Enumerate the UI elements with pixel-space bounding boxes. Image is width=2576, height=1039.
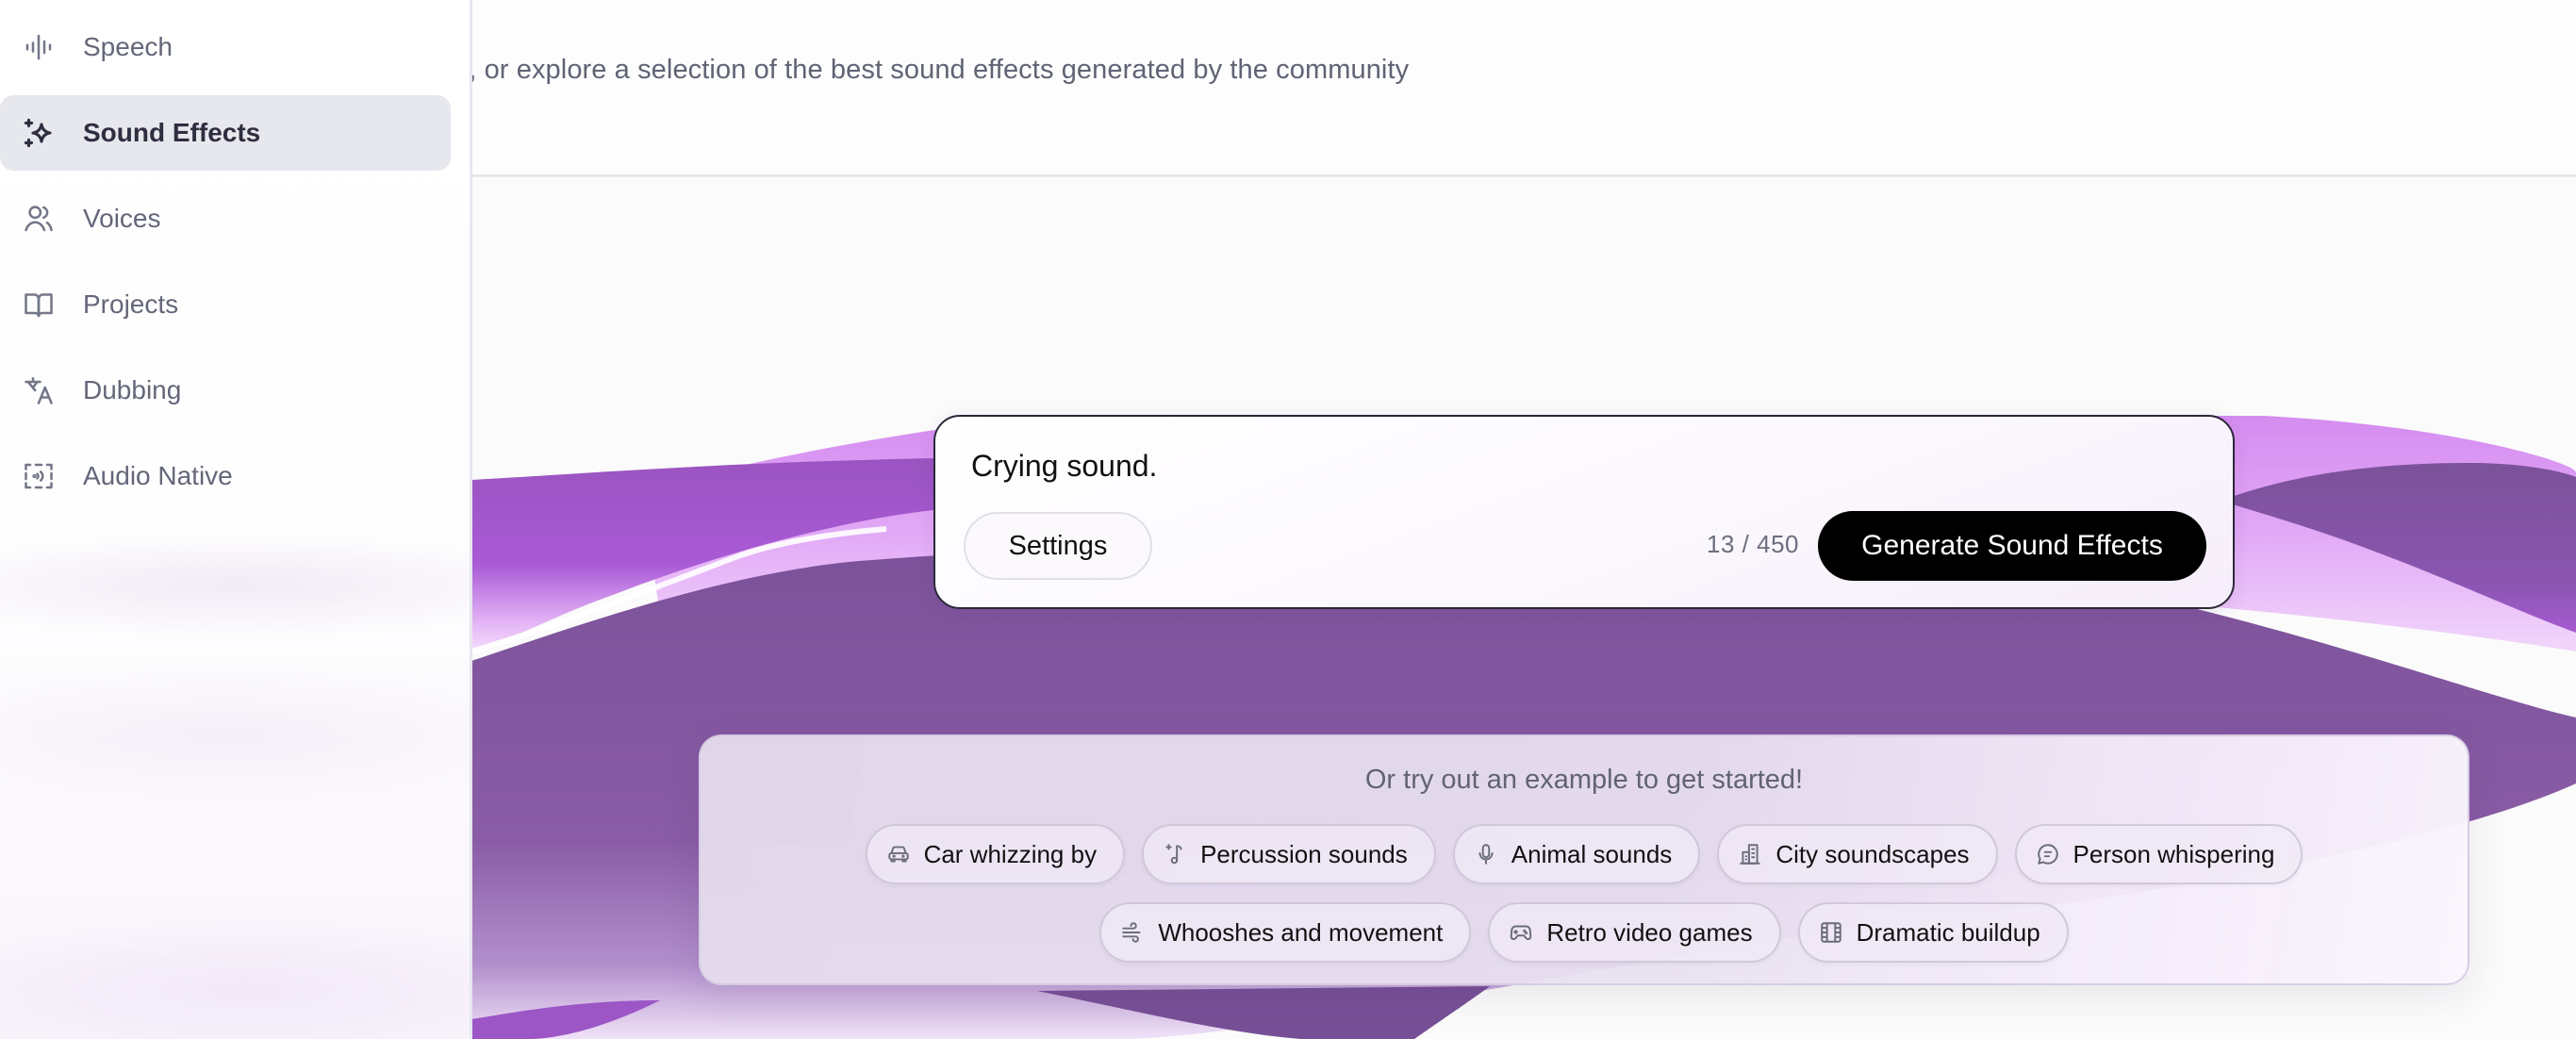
waveform-icon: [21, 29, 57, 65]
gamepad-icon: [1509, 920, 1533, 945]
example-chip-car-whizzing-by[interactable]: Car whizzing by: [865, 824, 1126, 884]
chip-label: Car whizzing by: [923, 839, 1098, 868]
sidebar-item-label: Dubbing: [83, 375, 182, 404]
car-icon: [886, 842, 911, 866]
example-chip-retro-video-games[interactable]: Retro video games: [1488, 902, 1781, 963]
chip-label: Retro video games: [1546, 917, 1753, 947]
prompt-box: Settings 13 / 450 Generate Sound Effects: [933, 415, 2235, 609]
building-icon: [1738, 842, 1762, 866]
example-chip-dramatic-buildup[interactable]: Dramatic buildup: [1797, 902, 2069, 963]
users-icon: [21, 201, 57, 237]
chip-label: City soundscapes: [1775, 839, 1970, 868]
sidebar-item-label: Sound Effects: [83, 118, 261, 147]
settings-button[interactable]: Settings: [964, 512, 1152, 580]
wind-icon: [1120, 920, 1145, 945]
broadcast-frame-icon: [21, 458, 57, 494]
film-reel-icon: [1819, 920, 1843, 945]
sidebar-nav: Speech Sound Effects Voices Projects Dub…: [0, 9, 451, 524]
examples-card: Or try out an example to get started! Ca…: [699, 734, 2469, 985]
music-note-plus-icon: [1163, 842, 1187, 866]
page-description: g it to life, or explore a selection of …: [358, 55, 1410, 85]
example-chip-animal-sounds[interactable]: Animal sounds: [1452, 824, 1701, 884]
sidebar-item-speech[interactable]: Speech: [0, 9, 451, 85]
examples-row-2: Whooshes and movement Retro video games …: [701, 902, 2468, 963]
chip-label: Dramatic buildup: [1856, 917, 2040, 947]
sidebar-item-voices[interactable]: Voices: [0, 181, 451, 256]
generate-sound-effects-button[interactable]: Generate Sound Effects: [1818, 511, 2206, 581]
example-chip-percussion-sounds[interactable]: Percussion sounds: [1142, 824, 1436, 884]
chip-label: Animal sounds: [1511, 839, 1673, 868]
sidebar-item-dubbing[interactable]: Dubbing: [0, 353, 451, 428]
character-count: 13 / 450: [1707, 530, 1799, 558]
sparkles-icon: [21, 115, 57, 151]
sidebar: Speech Sound Effects Voices Projects Dub…: [0, 0, 472, 1039]
examples-title: Or try out an example to get started!: [1364, 765, 1804, 795]
chip-label: Whooshes and movement: [1158, 917, 1444, 947]
chip-label: Person whispering: [2072, 839, 2275, 868]
chat-bubble-icon: [2036, 842, 2060, 866]
translate-icon: [21, 372, 57, 408]
example-chip-person-whispering[interactable]: Person whispering: [2014, 824, 2304, 884]
sidebar-item-label: Speech: [83, 32, 173, 61]
book-open-icon: [21, 287, 57, 322]
example-chip-city-soundscapes[interactable]: City soundscapes: [1717, 824, 1998, 884]
sound-prompt-input[interactable]: [969, 441, 2195, 490]
microphone-icon: [1474, 842, 1498, 866]
sidebar-item-audio-native[interactable]: Audio Native: [0, 438, 451, 514]
sidebar-item-label: Voices: [83, 204, 161, 233]
examples-row-1: Car whizzing by Percussion sounds Animal…: [701, 824, 2468, 884]
sidebar-item-label: Projects: [83, 289, 179, 319]
sidebar-item-sound-effects[interactable]: Sound Effects: [0, 95, 451, 171]
sidebar-item-projects[interactable]: Projects: [0, 267, 451, 342]
chip-label: Percussion sounds: [1200, 839, 1408, 868]
example-chip-whooshes-and-movement[interactable]: Whooshes and movement: [1099, 902, 1472, 963]
sidebar-item-label: Audio Native: [83, 461, 233, 490]
